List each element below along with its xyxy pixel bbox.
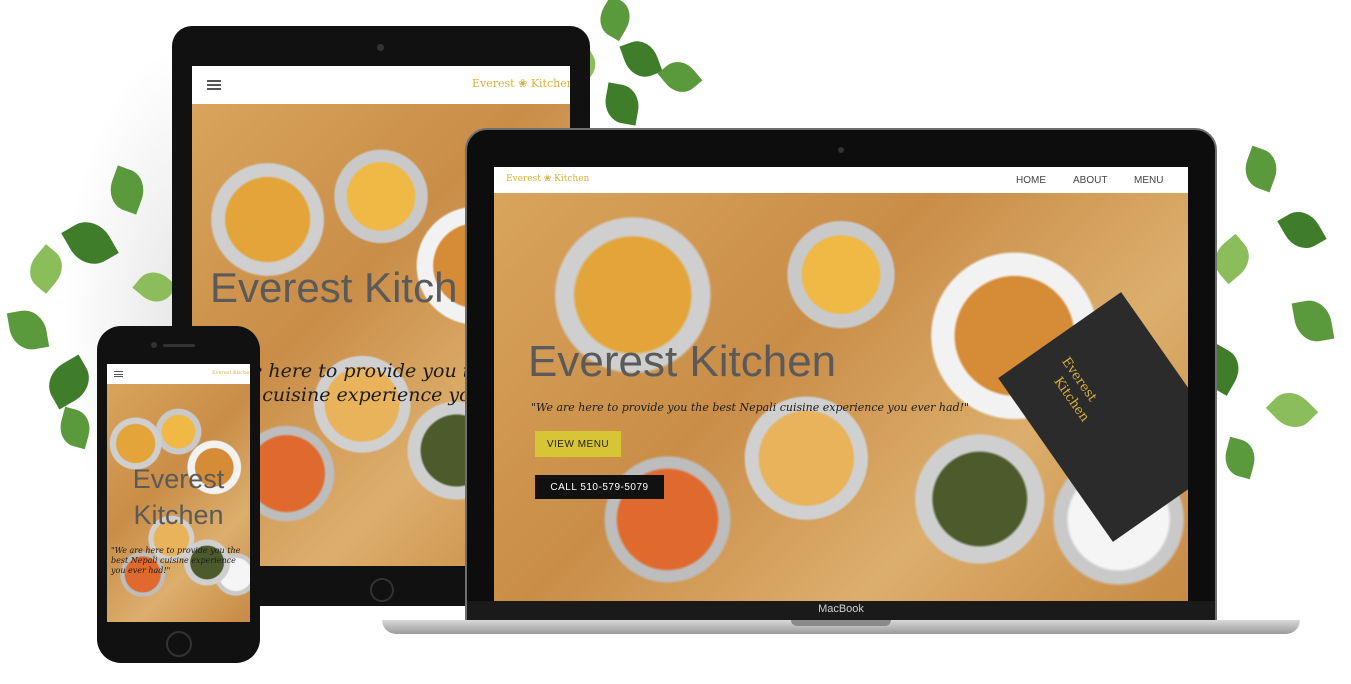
laptop-chin: MacBook xyxy=(467,601,1215,620)
logo-emblem-icon: ❀ xyxy=(518,77,528,90)
tablet-hero-title: Everest Kitch xyxy=(210,264,458,311)
tablet-tagline-line2: li cuisine experience you e xyxy=(244,384,501,406)
laptop-brand-label: MacBook xyxy=(818,603,864,615)
logo-emblem-icon: ❀ xyxy=(543,174,552,184)
nav-about[interactable]: ABOUT xyxy=(1073,175,1107,186)
phone-camera xyxy=(151,342,157,348)
hero-title: Everest Kitchen xyxy=(528,337,837,386)
tablet-tagline-line1: re here to provide you th xyxy=(242,360,483,382)
logo-text-2: Kitchen xyxy=(554,174,590,184)
desktop-logo[interactable]: Everest ❀ Kitchen xyxy=(506,174,589,184)
laptop-notch xyxy=(791,620,891,626)
nav-home[interactable]: HOME xyxy=(1016,175,1046,186)
phone-navbar: Everest Kitchen xyxy=(107,364,250,384)
phone-tagline: "We are here to provide you the best Nep… xyxy=(111,546,241,575)
phone-home-button[interactable] xyxy=(166,631,192,657)
phone-logo[interactable]: Everest Kitchen xyxy=(212,370,250,376)
logo-text-2: Kitchen xyxy=(530,77,570,90)
phone-screen: Everest Kitchen Everest Kitchen "We are … xyxy=(107,364,250,622)
phone-speaker xyxy=(163,344,195,347)
tablet-navbar: Everest ❀ Kitchen xyxy=(192,66,570,104)
logo-text: Everest xyxy=(506,174,541,184)
hamburger-icon[interactable] xyxy=(207,80,221,90)
tablet-home-button[interactable] xyxy=(370,578,394,602)
laptop-camera xyxy=(838,147,844,153)
phone-hero-title-line1: Everest xyxy=(132,464,225,494)
laptop-device: Everest Kitchen Everest ❀ Kitchen HOME A… xyxy=(382,128,1300,644)
laptop-screen: Everest Kitchen Everest ❀ Kitchen HOME A… xyxy=(494,167,1188,601)
view-menu-button[interactable]: VIEW MENU xyxy=(535,431,621,457)
nav-menu[interactable]: MENU xyxy=(1134,175,1163,186)
logo-text: Everest xyxy=(472,77,515,90)
hero-tagline: "We are here to provide you the best Nep… xyxy=(531,401,970,414)
phone-hero-title-line2: Kitchen xyxy=(133,500,224,530)
desktop-navbar: Everest ❀ Kitchen HOME ABOUT MENU xyxy=(494,167,1188,193)
call-button[interactable]: CALL 510-579-5079 xyxy=(535,475,664,499)
logo-text: Everest xyxy=(212,370,232,376)
phone-device: Everest Kitchen Everest Kitchen "We are … xyxy=(97,326,260,663)
logo-text-2: Kitchen xyxy=(232,370,250,376)
tablet-logo[interactable]: Everest ❀ Kitchen xyxy=(472,77,570,90)
tablet-camera xyxy=(377,44,384,51)
hamburger-icon[interactable] xyxy=(114,371,123,377)
